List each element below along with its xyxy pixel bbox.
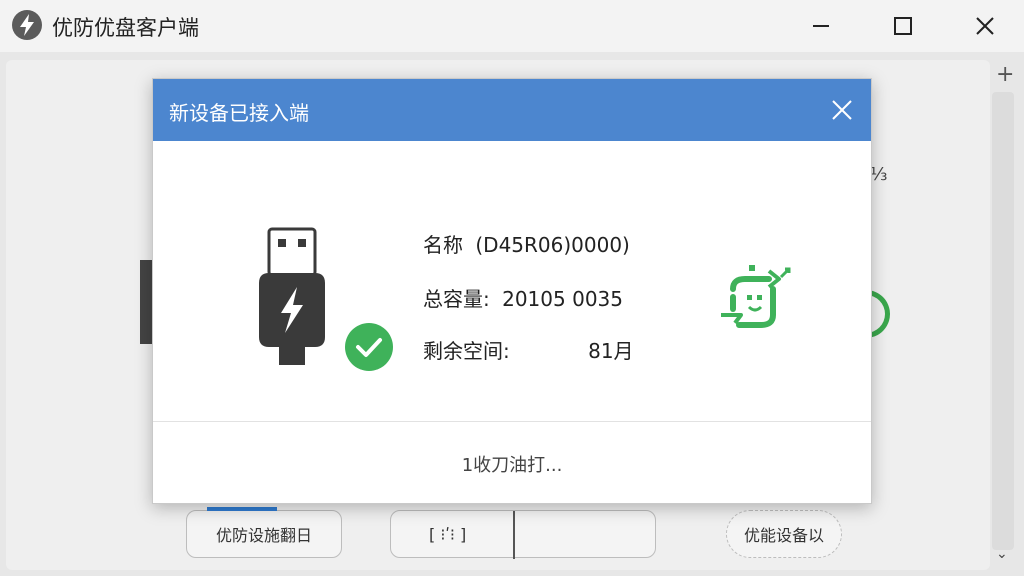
- window-close-button[interactable]: [950, 0, 1020, 52]
- close-icon: [832, 100, 852, 120]
- sync-icon: [711, 259, 795, 343]
- close-icon: [976, 17, 994, 35]
- check-icon: [345, 323, 393, 371]
- add-icon[interactable]: +: [996, 62, 1014, 87]
- title-bar: 优防优盘客户端: [0, 0, 1024, 52]
- scroll-down-icon[interactable]: ⌄: [996, 546, 1008, 562]
- device-name-row: 名称 (D45R06)0000): [423, 229, 630, 258]
- total-capacity-label: 总容量:: [423, 287, 490, 311]
- free-space-value: 81月: [588, 339, 634, 363]
- window-title: 优防优盘客户端: [52, 16, 199, 40]
- dialog-title: 新设备已接入端: [169, 101, 309, 125]
- dialog-footer-link[interactable]: 1收刀油打...: [153, 451, 871, 477]
- background-button-2[interactable]: [ ⁝ʹ⁝ ]: [390, 510, 656, 559]
- background-button-3[interactable]: 优能设备以: [726, 510, 842, 558]
- device-name-label: 名称: [423, 233, 463, 257]
- background-button-2-label: [ ⁝ʹ⁝ ]: [429, 524, 467, 544]
- free-space-label: 剩余空间:: [423, 339, 510, 363]
- app-lightning-icon: [12, 10, 42, 40]
- free-space-row: 剩余空间: 81月: [423, 335, 634, 364]
- minimize-button[interactable]: [786, 0, 856, 52]
- background-label: ⅓: [870, 164, 888, 185]
- dialog-header: 新设备已接入端: [153, 79, 871, 141]
- total-capacity-row: 总容量: 20105 0035: [423, 283, 623, 312]
- minimize-icon: [813, 25, 829, 27]
- background-button-1[interactable]: 优防设施翻日: [186, 507, 342, 558]
- active-indicator: [207, 507, 277, 511]
- background-button-3-label: 优能设备以: [743, 526, 824, 545]
- scrollbar[interactable]: [992, 92, 1014, 550]
- segment-divider: [513, 511, 515, 559]
- dialog-divider: [153, 421, 871, 422]
- total-capacity-value: 20105 0035: [502, 287, 623, 311]
- background-button-1-label: 优防设施翻日: [215, 526, 312, 545]
- usb-drive-icon: [245, 225, 335, 375]
- dialog-close-button[interactable]: [825, 93, 859, 127]
- device-name-value: (D45R06)0000): [475, 233, 630, 257]
- new-device-dialog: 新设备已接入端 名称 (D45R06)0000) 总容量: 20105 0035…: [152, 78, 872, 504]
- maximize-button[interactable]: [868, 0, 938, 52]
- maximize-icon: [894, 17, 912, 35]
